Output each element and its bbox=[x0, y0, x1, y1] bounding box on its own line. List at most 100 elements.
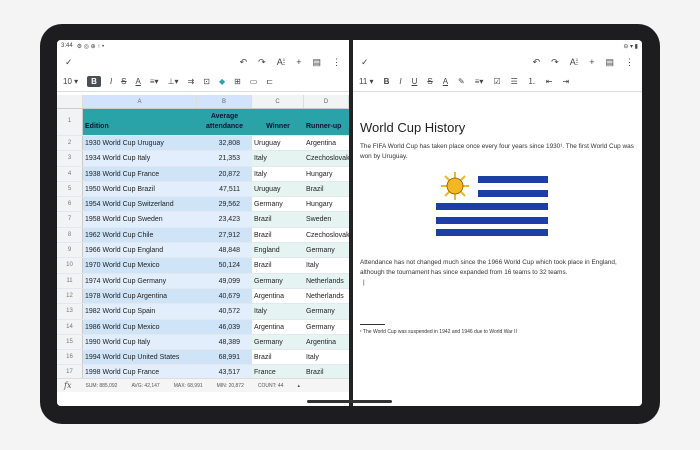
row-number[interactable]: 6 bbox=[57, 197, 83, 212]
strikethrough-button[interactable]: S bbox=[427, 77, 432, 86]
cell-winner[interactable]: Germany bbox=[252, 334, 304, 350]
cell-runner-up[interactable]: Netherlands bbox=[304, 273, 349, 288]
cell-attendance[interactable]: 21,353 bbox=[197, 151, 252, 166]
cell-edition[interactable]: 1970 World Cup Mexico bbox=[83, 258, 197, 273]
cell-edition[interactable]: 1950 World Cup Brazil bbox=[83, 181, 197, 197]
redo-icon[interactable]: ↷ bbox=[551, 57, 559, 68]
row-number[interactable]: 10 bbox=[57, 258, 83, 273]
cell-runner-up[interactable]: Germany bbox=[304, 304, 349, 319]
comment-icon[interactable]: ▤ bbox=[312, 57, 321, 68]
cell-edition[interactable]: 1994 World Cup United States bbox=[83, 350, 197, 365]
add-icon[interactable]: + bbox=[589, 57, 594, 67]
cell-runner-up[interactable]: Argentina bbox=[304, 136, 349, 151]
fill-color-icon[interactable]: ◆ bbox=[219, 77, 225, 86]
cell-winner[interactable]: Uruguay bbox=[252, 136, 304, 151]
cell-winner[interactable]: Brazil bbox=[252, 212, 304, 227]
bold-button[interactable]: B bbox=[384, 77, 390, 86]
header-runner-up[interactable]: Runner-up bbox=[304, 109, 349, 135]
cell-runner-up[interactable]: Netherlands bbox=[304, 288, 349, 304]
text-color-button[interactable]: A bbox=[136, 77, 141, 86]
cell-attendance[interactable]: 40,679 bbox=[197, 288, 252, 304]
row-number[interactable]: 13 bbox=[57, 304, 83, 319]
function-icon[interactable]: fx bbox=[64, 381, 71, 390]
cell-winner[interactable]: Brazil bbox=[252, 258, 304, 273]
document-body[interactable]: World Cup History The FIFA World Cup has… bbox=[353, 120, 642, 335]
cell-attendance[interactable]: 68,991 bbox=[197, 350, 252, 365]
font-size-select[interactable]: 10 ▾ bbox=[63, 77, 78, 86]
cell-winner[interactable]: Argentina bbox=[252, 319, 304, 334]
strikethrough-button[interactable]: S bbox=[121, 77, 126, 86]
cell-winner[interactable]: England bbox=[252, 243, 304, 258]
cell-edition[interactable]: 1958 World Cup Sweden bbox=[83, 212, 197, 227]
cell-winner[interactable]: Italy bbox=[252, 304, 304, 319]
cell-runner-up[interactable]: Czechoslovakia bbox=[304, 151, 349, 166]
italic-button[interactable]: I bbox=[110, 77, 112, 86]
spreadsheet-grid[interactable]: A B C D 1 Edition Average attendance Win… bbox=[57, 95, 349, 381]
cell-runner-up[interactable]: Germany bbox=[304, 319, 349, 334]
row-number[interactable]: 16 bbox=[57, 350, 83, 365]
freeze-icon[interactable]: ▭ bbox=[250, 77, 258, 86]
cell-winner[interactable]: Uruguay bbox=[252, 181, 304, 197]
more-icon[interactable]: ⋮ bbox=[625, 57, 634, 68]
wrap-icon[interactable]: ⇉ bbox=[188, 77, 195, 86]
cell-attendance[interactable]: 46,039 bbox=[197, 319, 252, 334]
cell-edition[interactable]: 1930 World Cup Uruguay bbox=[83, 136, 197, 151]
align-icon[interactable]: ≡▾ bbox=[475, 77, 484, 86]
row-number[interactable]: 4 bbox=[57, 166, 83, 181]
header-edition[interactable]: Edition bbox=[83, 109, 197, 135]
cell-runner-up[interactable]: Italy bbox=[304, 350, 349, 365]
cell-attendance[interactable]: 48,389 bbox=[197, 334, 252, 350]
row-number[interactable]: 15 bbox=[57, 334, 83, 350]
undo-icon[interactable]: ↶ bbox=[240, 57, 248, 68]
align-icon[interactable]: ≡▾ bbox=[150, 77, 159, 86]
column-header-b[interactable]: B bbox=[197, 95, 252, 108]
cell-winner[interactable]: Italy bbox=[252, 151, 304, 166]
checklist-icon[interactable]: ☑ bbox=[493, 77, 500, 86]
column-header-a[interactable]: A bbox=[83, 95, 197, 108]
bold-button[interactable]: B bbox=[87, 76, 101, 87]
bullet-list-icon[interactable]: ☰ bbox=[511, 77, 518, 86]
merge-icon[interactable]: ⊡ bbox=[203, 77, 210, 86]
text-format-icon[interactable]: A⁞ bbox=[277, 57, 286, 67]
cell-runner-up[interactable]: Argentina bbox=[304, 334, 349, 350]
row-number[interactable]: 2 bbox=[57, 136, 83, 151]
row-number[interactable]: 12 bbox=[57, 288, 83, 304]
more-icon[interactable]: ⋮ bbox=[332, 57, 341, 68]
numbered-list-icon[interactable]: ⒈ bbox=[528, 76, 536, 87]
cell-runner-up[interactable]: Czechoslovakia bbox=[304, 227, 349, 243]
cell-winner[interactable]: Germany bbox=[252, 197, 304, 212]
row-number[interactable]: 9 bbox=[57, 243, 83, 258]
insert-column-icon[interactable]: ⊏ bbox=[266, 77, 273, 86]
check-icon[interactable]: ✓ bbox=[65, 57, 73, 68]
row-number[interactable]: 11 bbox=[57, 273, 83, 288]
split-handle[interactable] bbox=[307, 400, 392, 403]
italic-button[interactable]: I bbox=[399, 77, 401, 86]
row-number[interactable]: 14 bbox=[57, 319, 83, 334]
cell-edition[interactable]: 1938 World Cup France bbox=[83, 166, 197, 181]
cell-runner-up[interactable]: Hungary bbox=[304, 197, 349, 212]
cell-attendance[interactable]: 50,124 bbox=[197, 258, 252, 273]
cell-winner[interactable]: Italy bbox=[252, 166, 304, 181]
cell-edition[interactable]: 1934 World Cup Italy bbox=[83, 151, 197, 166]
header-winner[interactable]: Winner bbox=[252, 109, 304, 135]
cell-winner[interactable]: Argentina bbox=[252, 288, 304, 304]
cell-runner-up[interactable]: Hungary bbox=[304, 166, 349, 181]
font-size-select[interactable]: 11 ▾ bbox=[359, 77, 374, 86]
valign-icon[interactable]: ⊥▾ bbox=[168, 77, 179, 86]
cell-attendance[interactable]: 48,848 bbox=[197, 243, 252, 258]
stats-expand-icon[interactable]: ▴ bbox=[297, 383, 300, 389]
cell-winner[interactable]: Brazil bbox=[252, 350, 304, 365]
cell-attendance[interactable]: 29,562 bbox=[197, 197, 252, 212]
cell-runner-up[interactable]: Germany bbox=[304, 243, 349, 258]
header-attendance[interactable]: Average attendance bbox=[197, 109, 252, 135]
cell-attendance[interactable]: 47,511 bbox=[197, 181, 252, 197]
undo-icon[interactable]: ↶ bbox=[533, 57, 541, 68]
row-number[interactable]: 7 bbox=[57, 212, 83, 227]
cell-edition[interactable]: 1978 World Cup Argentina bbox=[83, 288, 197, 304]
cell-attendance[interactable]: 23,423 bbox=[197, 212, 252, 227]
row-number[interactable]: 1 bbox=[57, 109, 83, 135]
cell-runner-up[interactable]: Italy bbox=[304, 258, 349, 273]
redo-icon[interactable]: ↷ bbox=[258, 57, 266, 68]
check-icon[interactable]: ✓ bbox=[361, 57, 369, 68]
cell-attendance[interactable]: 49,099 bbox=[197, 273, 252, 288]
